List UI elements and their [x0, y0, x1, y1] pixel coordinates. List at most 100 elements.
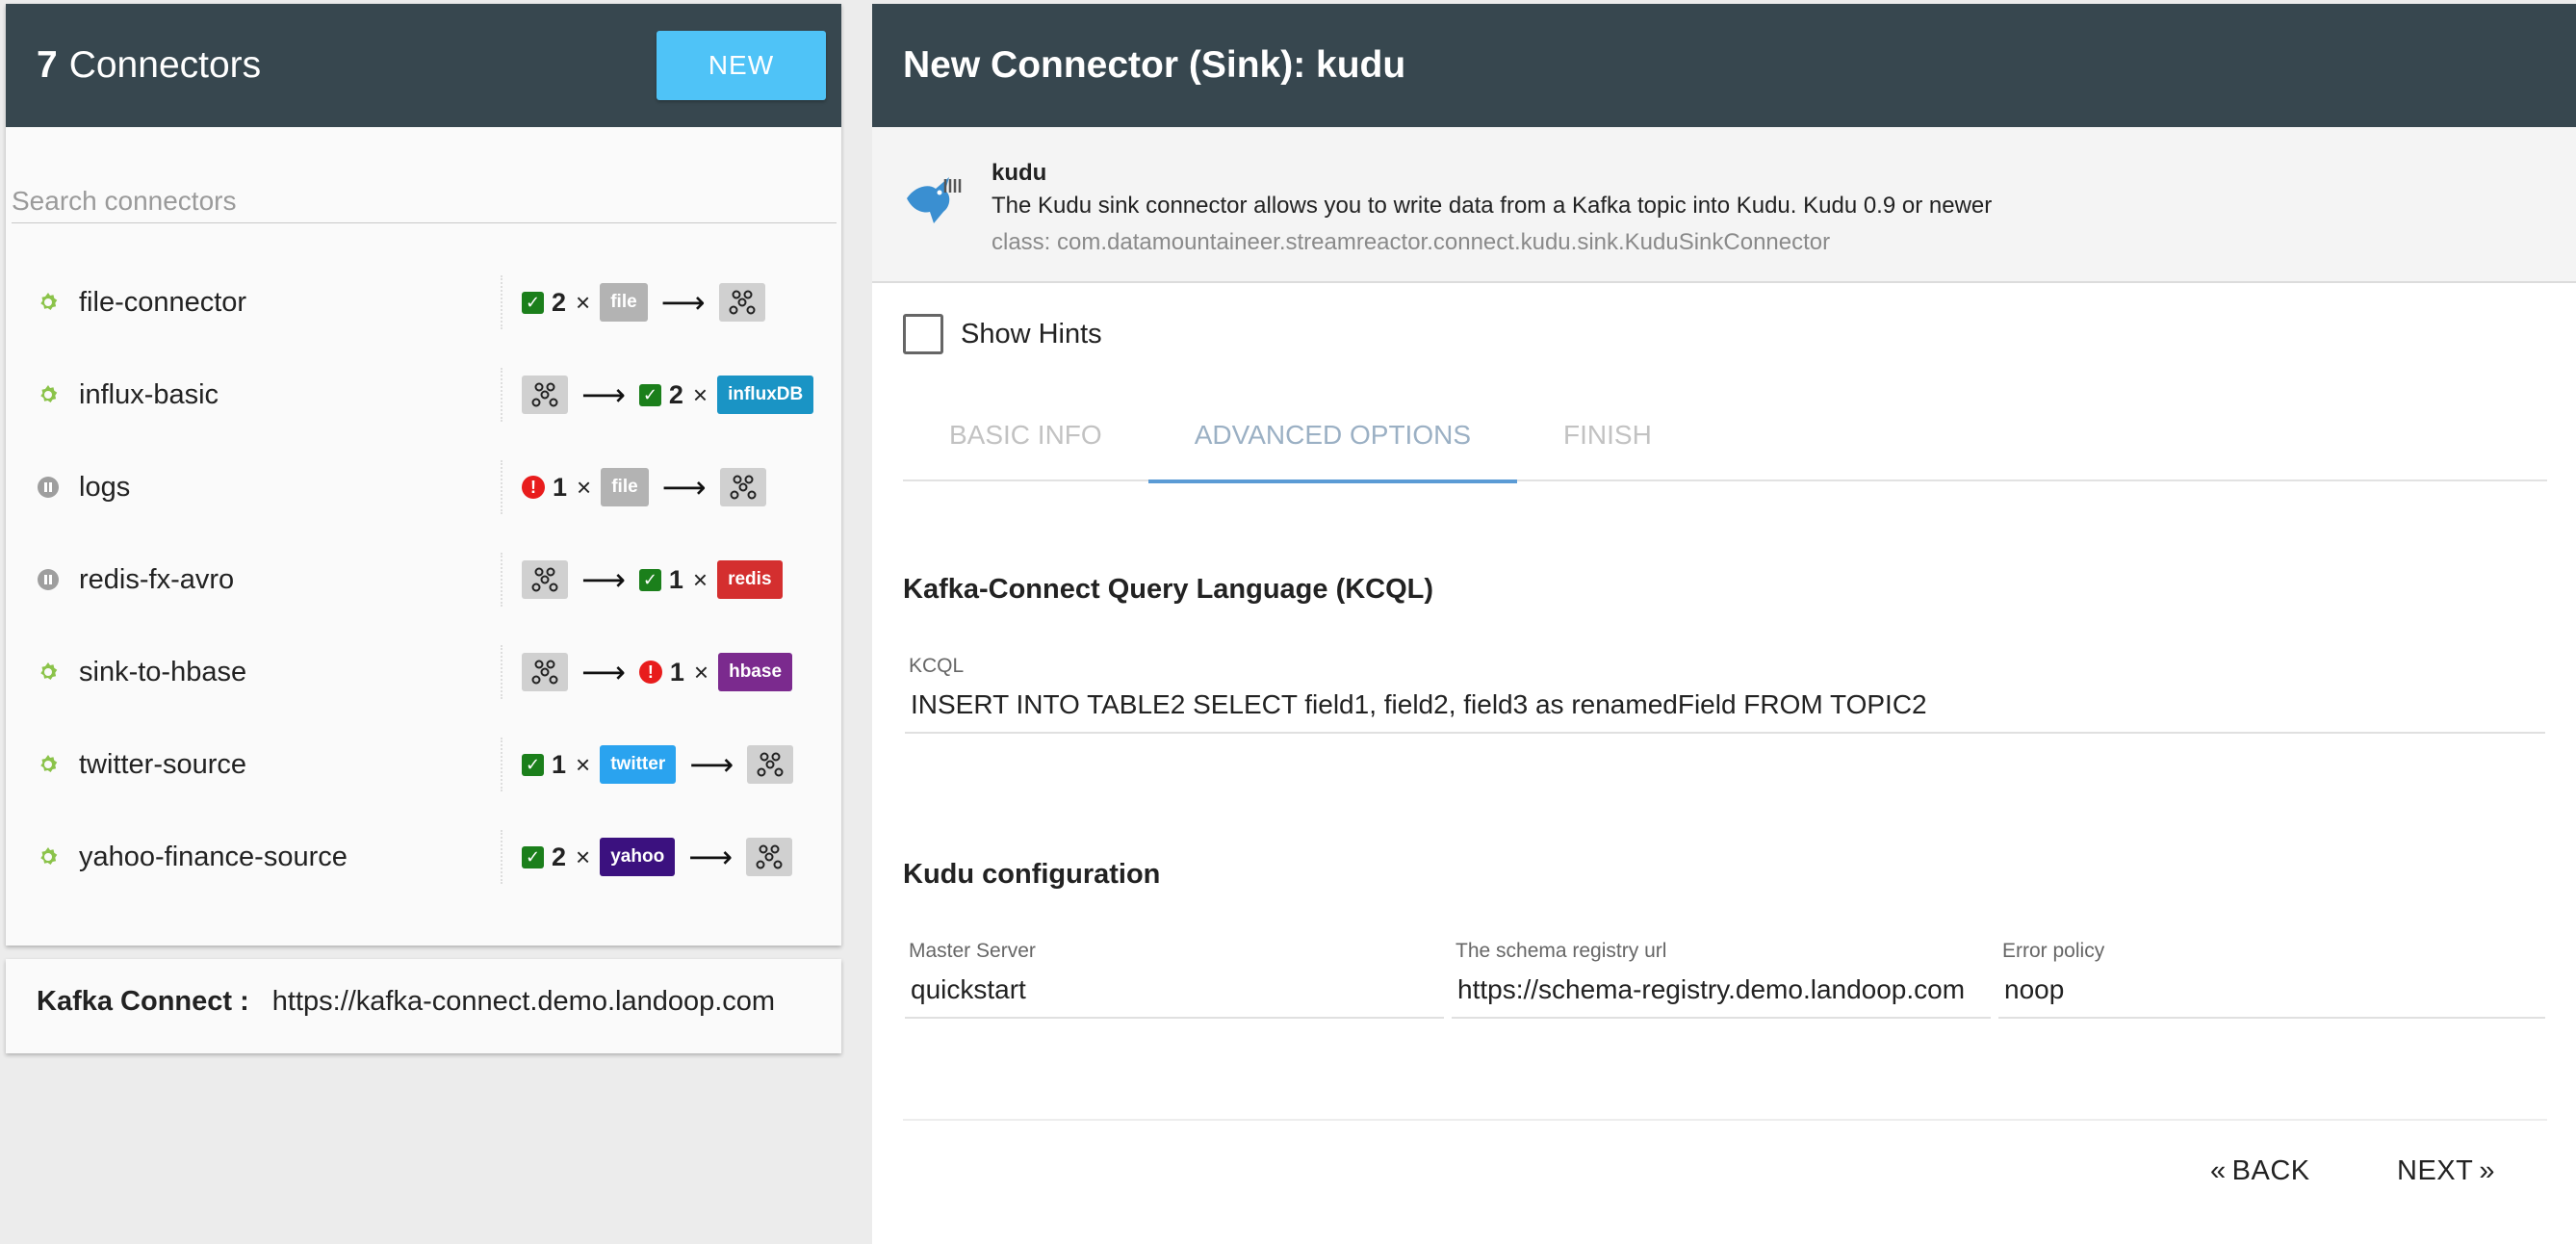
arrow-icon: ⟶: [581, 377, 626, 412]
next-label: NEXT: [2397, 1155, 2474, 1186]
connector-flow: ✓ 2 × yahoo ⟶: [522, 838, 793, 876]
schema-registry-input[interactable]: https://schema-registry.demo.landoop.com: [1452, 965, 1991, 1019]
connector-row-redis-fx-avro[interactable]: redis-fx-avro ⟶ ✓ 1 × redis: [6, 533, 841, 626]
check-icon: ✓: [522, 291, 544, 314]
task-count: 1: [552, 749, 567, 779]
master-server-label: Master Server: [909, 940, 1036, 962]
kcql-label: KCQL: [909, 655, 965, 677]
connectors-count: 7: [37, 44, 58, 86]
arrow-icon: ⟶: [581, 562, 626, 597]
connector-flow: ⟶ ✓ 1 × redis: [522, 560, 783, 599]
task-count: 1: [553, 472, 568, 502]
row-divider: [501, 460, 502, 514]
kafka-icon: [522, 560, 568, 599]
kcql-input[interactable]: INSERT INTO TABLE2 SELECT field1, field2…: [905, 680, 2545, 734]
running-status-icon: [37, 383, 60, 406]
times-sign: ×: [693, 657, 709, 687]
row-divider: [501, 830, 502, 884]
error-icon: !: [522, 476, 545, 499]
error-policy-input[interactable]: noop: [1998, 965, 2545, 1019]
task-count: 2: [552, 842, 567, 871]
running-status-icon: [37, 845, 60, 868]
task-count: 1: [669, 657, 684, 687]
connector-flow: ⟶ ! 1 × hbase: [522, 653, 793, 691]
times-sign: ×: [576, 287, 591, 317]
connector-name: sink-to-hbase: [79, 656, 247, 687]
task-count: 2: [668, 379, 683, 409]
next-button[interactable]: NEXT »: [2397, 1155, 2495, 1187]
yahoo-badge: yahoo: [600, 838, 676, 876]
schema-registry-field: The schema registry url https://schema-r…: [1452, 940, 1991, 1019]
connector-name: redis-fx-avro: [79, 563, 235, 595]
show-hints-checkbox[interactable]: [903, 314, 943, 354]
arrow-icon: ⟶: [688, 840, 734, 874]
search-wrap: [6, 127, 841, 223]
connector-row-yahoo-finance-source[interactable]: yahoo-finance-source ✓ 2 × yahoo ⟶: [6, 811, 841, 903]
kafka-icon: [747, 745, 794, 784]
tab-basic-info[interactable]: BASIC INFO: [903, 389, 1148, 481]
paused-status-icon: [37, 568, 60, 591]
arrow-icon: ⟶: [661, 470, 707, 505]
connector-row-twitter-source[interactable]: twitter-source ✓ 1 × twitter ⟶: [6, 718, 841, 811]
times-sign: ×: [576, 842, 591, 871]
twitter-badge: twitter: [600, 745, 677, 784]
plugin-description: The Kudu sink connector allows you to wr…: [992, 193, 1993, 219]
connector-name: twitter-source: [79, 748, 247, 780]
kudu-logo-icon: [901, 169, 963, 231]
check-icon: ✓: [638, 383, 661, 406]
schema-registry-label: The schema registry url: [1455, 940, 1667, 962]
connector-row-file-connector[interactable]: file-connector ✓ 2 × file ⟶: [6, 256, 841, 349]
row-divider: [501, 553, 502, 607]
new-connector-panel: New Connector (Sink): kudu kudu The Kudu…: [872, 4, 2576, 1244]
new-connector-button[interactable]: NEW: [657, 31, 826, 100]
connector-row-influx-basic[interactable]: influx-basic ⟶ ✓ 2 × influxDB: [6, 349, 841, 441]
influxdb-badge: influxDB: [717, 376, 814, 414]
kafka-connect-url[interactable]: https://kafka-connect.demo.landoop.com: [272, 986, 775, 1018]
arrow-icon: ⟶: [581, 655, 626, 689]
connector-list: file-connector ✓ 2 × file ⟶ influx-basic: [6, 256, 841, 903]
row-divider: [501, 738, 502, 791]
tab-advanced-options[interactable]: ADVANCED OPTIONS: [1147, 389, 1518, 483]
tab-finish[interactable]: FINISH: [1517, 389, 1698, 481]
kafka-icon: [746, 838, 793, 876]
connectors-title-label: Connectors: [68, 44, 262, 86]
connector-row-logs[interactable]: logs ! 1 × file ⟶: [6, 441, 841, 533]
master-server-input[interactable]: quickstart: [905, 965, 1444, 1019]
running-status-icon: [37, 661, 60, 684]
times-sign: ×: [577, 472, 592, 502]
show-hints-label: Show Hints: [961, 318, 1102, 350]
arrow-icon: ⟶: [660, 285, 706, 320]
plugin-class: class: com.datamountaineer.streamreactor…: [992, 229, 1831, 255]
search-connectors-input[interactable]: [12, 185, 837, 223]
task-count: 2: [552, 287, 567, 317]
row-divider: [501, 645, 502, 699]
kafka-connect-label: Kafka Connect :: [37, 985, 249, 1017]
connector-flow: ⟶ ✓ 2 × influxDB: [522, 376, 814, 414]
back-label: BACK: [2231, 1155, 2310, 1186]
error-icon: !: [638, 661, 662, 684]
times-sign: ×: [576, 749, 591, 779]
kafka-connect-footer: Kafka Connect : https://kafka-connect.de…: [6, 959, 841, 1053]
redis-badge: redis: [717, 560, 783, 599]
file-badge: file: [601, 468, 649, 506]
new-connector-header: New Connector (Sink): kudu: [872, 4, 2576, 127]
paused-status-icon: [37, 476, 60, 499]
check-icon: ✓: [638, 568, 661, 591]
kafka-icon: [718, 283, 765, 322]
footer-divider: [903, 1119, 2547, 1121]
kafka-icon: [522, 653, 568, 691]
plugin-info: kudu The Kudu sink connector allows you …: [872, 127, 2576, 283]
connectors-header: 7 Connectors NEW: [6, 4, 841, 127]
show-hints-toggle[interactable]: Show Hints: [903, 314, 1102, 354]
row-divider: [501, 275, 502, 329]
back-button[interactable]: « BACK: [2210, 1155, 2310, 1187]
check-icon: ✓: [522, 845, 544, 868]
connectors-card: 7Connectors NEW file-connector ✓ 2 × fil…: [6, 4, 841, 946]
connectors-title: 7 Connectors: [37, 44, 261, 87]
connector-flow: ✓ 2 × file ⟶: [522, 283, 765, 322]
error-policy-field: Error policy noop: [1998, 940, 2545, 1019]
connector-flow: ! 1 × file ⟶: [522, 468, 766, 506]
kafka-icon: [522, 376, 568, 414]
hbase-badge: hbase: [718, 653, 793, 691]
connector-row-sink-to-hbase[interactable]: sink-to-hbase ⟶ ! 1 × hbase: [6, 626, 841, 718]
